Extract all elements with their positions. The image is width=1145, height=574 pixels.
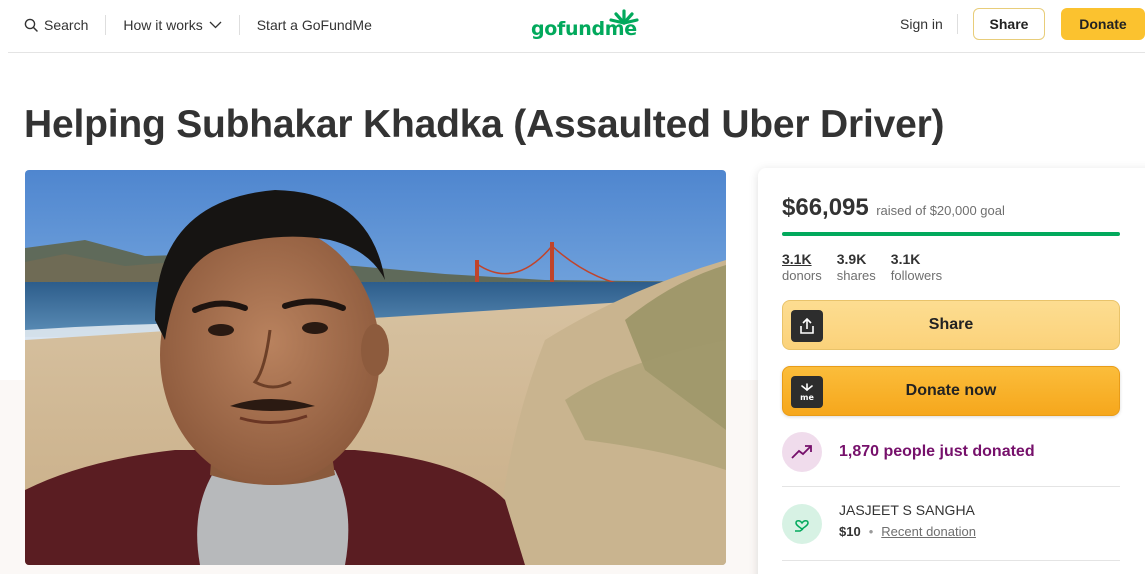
donate-now-button[interactable]: me Donate now [782,366,1120,416]
nav-divider [238,15,240,35]
recent-donations-text: 1,870 people just donated [839,443,1035,460]
chevron-down-icon [209,21,222,29]
donor-heart-hand-icon [782,504,822,544]
campaign-title: Helping Subhakar Khadka (Assaulted Uber … [24,103,945,146]
share-button[interactable]: Share [782,300,1120,350]
stat-shares-label: shares [836,268,876,283]
stat-donors[interactable]: 3.1K donors [782,251,822,283]
nav-left-group: Search How it works Start a GoFundMe [24,0,372,50]
progress-bar [782,232,1120,236]
stat-followers-value: 3.1K [890,251,921,267]
share-button-label: Share [928,316,974,333]
gofundme-logo[interactable]: gofundme [531,8,641,42]
logo-burst-icon [609,9,639,25]
nav-divider [105,15,107,35]
search-icon [24,18,38,32]
trending-up-icon [782,432,822,472]
donor-list-item: JASJEET S SANGHA $10 • Recent donation [782,502,976,544]
donate-now-label: Donate now [905,382,997,399]
header-divider [8,52,1145,53]
svg-text:me: me [800,393,814,402]
start-gofundme-link[interactable]: Start a GoFundMe [257,17,372,33]
stat-shares-value: 3.9K [836,251,867,267]
stat-donors-value: 3.1K [782,251,812,267]
donor-name: JASJEET S SANGHA [839,502,975,518]
stat-followers: 3.1K followers [891,251,942,283]
card-divider [782,560,1120,561]
recent-donation-tag[interactable]: Recent donation [881,524,976,539]
card-divider [782,486,1120,487]
search-link[interactable]: Search [24,17,88,33]
top-navigation: Search How it works Start a GoFundMe gof… [0,0,1145,52]
campaign-photo-illustration [25,170,726,565]
nav-divider [957,14,958,34]
header-donate-button[interactable]: Donate [1061,8,1145,40]
raised-summary: $66,095 raised of $20,000 goal [782,194,1005,222]
raised-goal: raised of $20,000 goal [876,203,1005,218]
campaign-photo[interactable] [25,170,726,565]
how-it-works-label: How it works [123,17,203,33]
search-label: Search [44,17,89,33]
raised-amount: $66,095 [782,194,869,221]
separator-dot: • [868,524,874,539]
stat-donors-label: donors [782,268,822,283]
start-gofundme-label: Start a GoFundMe [256,17,372,33]
recent-donations-link[interactable]: 1,870 people just donated [782,432,1035,472]
gofundme-me-icon: me [791,376,823,408]
donor-amount: $10 [839,524,861,539]
stat-shares: 3.9K shares [837,251,876,283]
stat-followers-label: followers [890,268,943,283]
sign-in-link[interactable]: Sign in [900,16,943,32]
share-icon [791,310,823,342]
campaign-stats: 3.1K donors 3.9K shares 3.1K followers [782,251,942,283]
how-it-works-menu[interactable]: How it works [123,17,222,33]
donation-card: $66,095 raised of $20,000 goal 3.1K dono… [758,168,1145,574]
donor-info: JASJEET S SANGHA $10 • Recent donation [839,502,976,539]
progress-bar-fill [782,232,1120,236]
header-share-button[interactable]: Share [973,8,1045,40]
donor-meta: $10 • Recent donation [839,524,976,539]
